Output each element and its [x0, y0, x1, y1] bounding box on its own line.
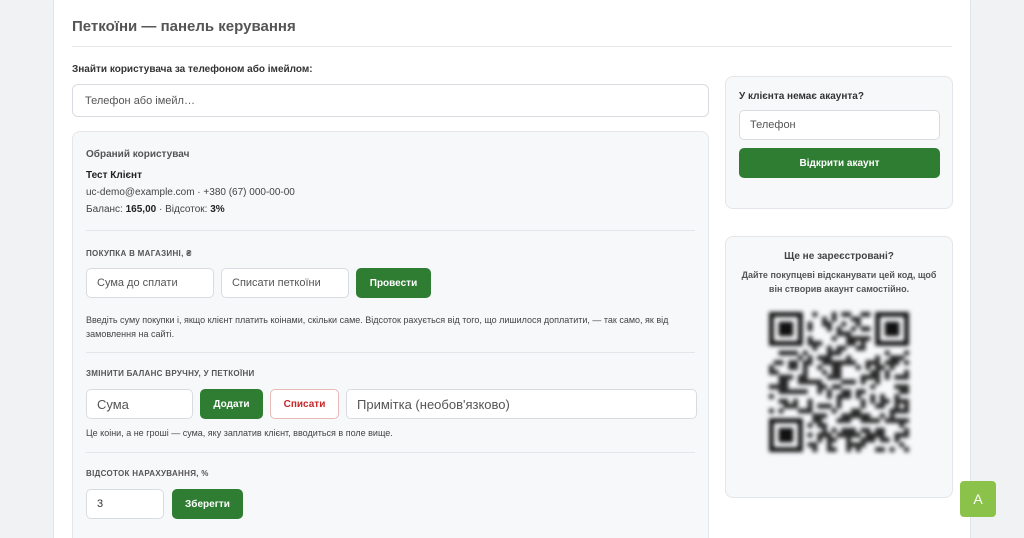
manual-amount-input[interactable]: [86, 389, 193, 419]
manual-balance-label: Змінити баланс вручну, у петкоїни: [86, 369, 255, 378]
user-contacts: uc-demo@example.com · +380 (67) 000-00-0…: [86, 187, 295, 198]
selected-user-title: Обраний користувач: [86, 149, 190, 160]
purchase-hint: Введіть суму покупки і, якщо клієнт плат…: [86, 315, 669, 339]
selected-user-card: Обраний користувач Тест Клієнт uc-demo@e…: [72, 131, 709, 538]
submit-purchase-button[interactable]: Провести: [356, 268, 431, 298]
search-label: Знайти користувача за телефоном або імей…: [72, 64, 313, 75]
subtract-coins-button[interactable]: Списати: [270, 389, 339, 419]
search-input[interactable]: [72, 84, 709, 117]
not-registered-title: Ще не зареєстровані?: [784, 251, 894, 262]
save-percent-button[interactable]: Зберегти: [172, 489, 243, 519]
divider: [86, 452, 695, 453]
not-registered-card: Ще не зареєстровані? Дайте покупцеві від…: [725, 236, 953, 498]
purchase-section-label: Покупка в магазині, ₴: [86, 249, 192, 258]
user-balance: Баланс: 165,00 · Відсоток: 3%: [86, 204, 225, 215]
purchase-coins-input[interactable]: [221, 268, 349, 298]
add-coins-button[interactable]: Додати: [200, 389, 263, 419]
divider: [86, 230, 695, 231]
open-account-button[interactable]: Відкрити акаунт: [739, 148, 940, 178]
not-registered-text: Дайте покупцеві відсканувати цей код, що…: [741, 270, 937, 294]
balance-label: Баланс:: [86, 204, 126, 215]
user-name: Тест Клієнт: [86, 170, 142, 181]
page-title: Петкоїни — панель керування: [72, 18, 296, 35]
no-account-title: У клієнта немає акаунта?: [739, 91, 864, 102]
phone-input[interactable]: [739, 110, 940, 140]
accrual-percent-input[interactable]: [86, 489, 164, 519]
admin-panel: Петкоїни — панель керування Знайти корис…: [53, 0, 971, 538]
percent-value: 3%: [210, 204, 225, 215]
accessibility-button[interactable]: A: [960, 481, 996, 517]
purchase-amount-input[interactable]: [86, 268, 214, 298]
accrual-label: Відсоток нарахування, %: [86, 469, 209, 478]
note-input[interactable]: [346, 389, 697, 419]
divider: [72, 46, 952, 47]
no-account-card: У клієнта немає акаунта? Відкрити акаунт: [725, 76, 953, 209]
divider: [86, 352, 695, 353]
percent-label: · Відсоток:: [156, 204, 211, 215]
manual-balance-hint: Це коіни, а не гроші — сума, яку заплати…: [86, 428, 393, 438]
balance-value: 165,00: [125, 204, 157, 215]
qr-code-icon: [769, 312, 909, 452]
